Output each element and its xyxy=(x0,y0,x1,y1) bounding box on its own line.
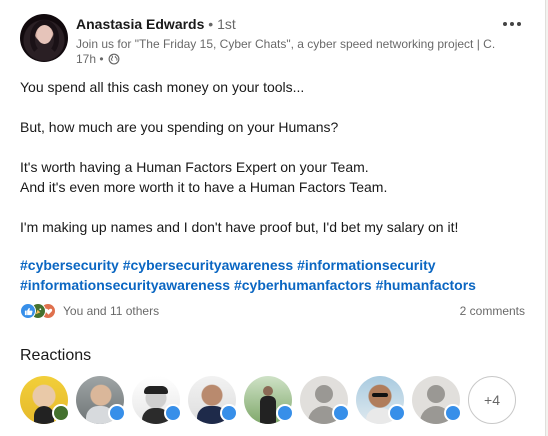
like-badge-icon xyxy=(444,404,462,422)
like-reaction-icon xyxy=(20,303,36,319)
celebrate-badge-icon xyxy=(52,404,70,422)
reactions-heading: Reactions xyxy=(20,347,92,364)
avatar-hair xyxy=(30,20,59,56)
reactions-count[interactable]: You and 11 others xyxy=(63,304,159,318)
like-badge-icon xyxy=(276,404,294,422)
hashtag-link[interactable]: #cybersecurity xyxy=(20,257,119,273)
like-badge-icon xyxy=(220,404,238,422)
like-badge-icon xyxy=(332,404,350,422)
post-time: 17h • xyxy=(76,52,120,66)
hashtag-link[interactable]: #cybersecurityawareness xyxy=(123,257,293,273)
post-body-line: I'm making up names and I don't have pro… xyxy=(20,219,459,235)
more-options-icon[interactable] xyxy=(499,14,525,34)
hashtag-link[interactable]: #informationsecurityawareness xyxy=(20,277,230,293)
reactor-avatar[interactable] xyxy=(188,376,238,424)
reactor-avatar[interactable] xyxy=(244,376,294,424)
reactor-avatar[interactable] xyxy=(412,376,462,424)
hashtag-link[interactable]: #humanfactors xyxy=(376,277,476,293)
author-headline[interactable]: Join us for "The Friday 15, Cyber Chats"… xyxy=(76,37,496,51)
reactor-avatar[interactable] xyxy=(132,376,182,424)
reactor-avatar[interactable] xyxy=(20,376,70,424)
post-time-text: 17h • xyxy=(76,52,104,66)
hashtag-link[interactable]: #informationsecurity xyxy=(297,257,435,273)
post-header: Anastasia Edwards • 1st Join us for "The… xyxy=(20,14,531,70)
author-name-line: Anastasia Edwards • 1st xyxy=(76,16,236,32)
like-badge-icon xyxy=(108,404,126,422)
connection-degree: • 1st xyxy=(208,16,236,32)
post-body-line: And it's even more worth it to have a Hu… xyxy=(20,179,388,195)
reactor-avatar[interactable] xyxy=(300,376,350,424)
post-body-line: But, how much are you spending on your H… xyxy=(20,119,339,135)
reactor-avatar[interactable] xyxy=(356,376,406,424)
like-badge-icon xyxy=(388,404,406,422)
hashtag-link[interactable]: #cyberhumanfactors xyxy=(234,277,372,293)
reactor-avatar[interactable] xyxy=(76,376,126,424)
reaction-icons[interactable] xyxy=(20,303,60,319)
comments-count[interactable]: 2 comments xyxy=(460,304,525,318)
social-counts-bar: You and 11 others 2 comments xyxy=(20,302,525,320)
author-name[interactable]: Anastasia Edwards xyxy=(76,16,204,32)
hashtag-list: #cybersecurity #cybersecurityawareness #… xyxy=(20,255,530,295)
like-badge-icon xyxy=(164,404,182,422)
post-card: Anastasia Edwards • 1st Join us for "The… xyxy=(0,0,546,436)
post-body-line: It's worth having a Human Factors Expert… xyxy=(20,159,369,175)
post-body: You spend all this cash money on your to… xyxy=(20,77,530,237)
globe-icon xyxy=(108,53,119,65)
author-avatar[interactable] xyxy=(20,14,68,62)
post-body-line: You spend all this cash money on your to… xyxy=(20,79,305,95)
more-reactors-button[interactable]: +4 xyxy=(468,376,516,424)
